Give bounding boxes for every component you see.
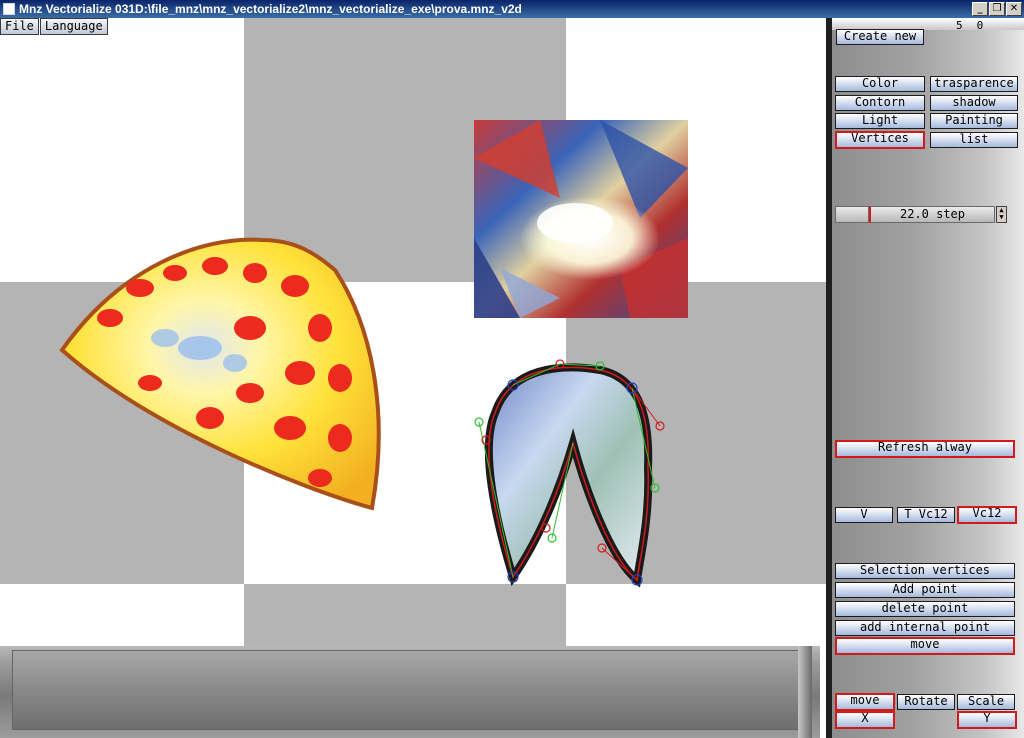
y-axis-button[interactable]: Y [957, 711, 1017, 729]
window-controls: _ ❐ ✕ [972, 2, 1022, 16]
bottom-toolbar-inner [12, 650, 802, 730]
pizza-shape[interactable] [59, 237, 381, 511]
scale-button[interactable]: Scale [957, 694, 1015, 710]
delete-point-button[interactable]: delete point [835, 601, 1015, 617]
menu-language[interactable]: Language [39, 18, 108, 35]
app-icon [3, 3, 15, 15]
stepper-left [835, 206, 869, 223]
vector-layer [59, 120, 688, 588]
color-button[interactable]: Color [835, 76, 925, 92]
v-button[interactable]: V [835, 507, 893, 523]
x-axis-button[interactable]: X [835, 711, 895, 729]
add-point-button[interactable]: Add point [835, 582, 1015, 598]
move-vertex-button[interactable]: move [835, 637, 1015, 655]
trasparence-button[interactable]: trasparence [930, 76, 1018, 92]
restore-icon[interactable]: ❐ [989, 2, 1005, 16]
vertices-button[interactable]: Vertices [835, 131, 925, 149]
window-title: Mnz Vectorialize 031D:\file_mnz\mnz_vect… [19, 2, 522, 16]
bottom-toolbar-edge [798, 646, 812, 738]
step-stepper[interactable]: 22.0 step ▲ ▼ [835, 206, 1007, 223]
title-bar: Mnz Vectorialize 031D:\file_mnz\mnz_vect… [0, 0, 1024, 18]
create-new-button[interactable]: Create new [836, 29, 924, 45]
menu-file[interactable]: File [0, 18, 39, 35]
shadow-button[interactable]: shadow [930, 95, 1018, 111]
light-button[interactable]: Light [835, 113, 925, 129]
coordinate-readout: 5 0 [956, 19, 983, 32]
list-button[interactable]: list [930, 132, 1018, 148]
add-internal-point-button[interactable]: add internal point [835, 620, 1015, 636]
tooth-shape[interactable] [474, 359, 665, 588]
step-value[interactable]: 22.0 step [869, 206, 995, 223]
drawing-canvas[interactable] [0, 18, 826, 738]
menu-bar: File Language [0, 18, 108, 36]
vc12-button[interactable]: Vc12 [957, 506, 1017, 524]
bottom-toolbar [0, 646, 820, 738]
selection-vertices-button[interactable]: Selection vertices [835, 563, 1015, 579]
move-button[interactable]: move [835, 693, 895, 711]
coord-y: 0 [976, 19, 984, 32]
rotate-button[interactable]: Rotate [897, 694, 955, 710]
contorn-button[interactable]: Contorn [835, 95, 925, 111]
refresh-always-button[interactable]: Refresh alway [835, 440, 1015, 458]
painting-image[interactable] [474, 120, 688, 318]
minimize-icon[interactable]: _ [972, 2, 988, 16]
close-icon[interactable]: ✕ [1006, 2, 1022, 16]
coord-x: 5 [956, 19, 963, 32]
stepper-arrows-icon[interactable]: ▲ ▼ [996, 206, 1007, 223]
t-vc12-button[interactable]: T Vc12 [897, 507, 955, 523]
painting-button[interactable]: Painting [930, 113, 1018, 129]
